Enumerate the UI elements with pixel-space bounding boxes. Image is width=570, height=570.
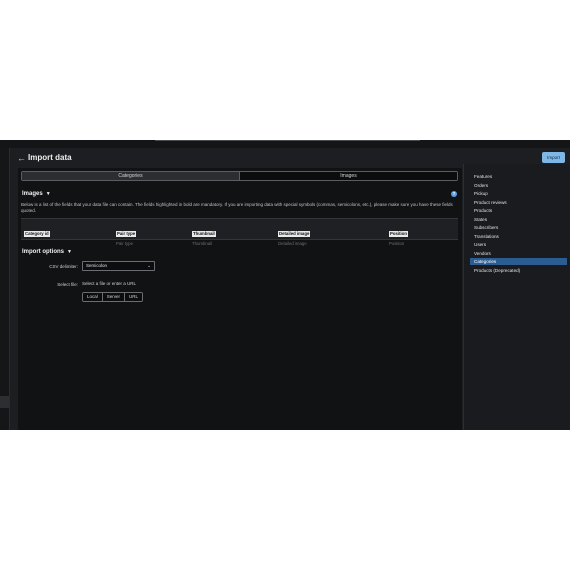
fields-list: Category id Pair type Pair type Thumbnai… — [21, 218, 458, 246]
sidebar-item-product-reviews[interactable]: Product reviews — [470, 199, 567, 206]
file-source-group: Local Server URL — [82, 292, 144, 302]
select-file-label: Select file: — [57, 282, 78, 287]
sidebar-item-products[interactable]: Products — [470, 207, 567, 214]
field-position: Position Position — [389, 222, 408, 246]
caret-down-icon: ▼ — [67, 249, 72, 255]
fields-description: Below is a list of the fields that your … — [21, 202, 453, 213]
page-title: Import data — [28, 153, 72, 162]
import-options-title[interactable]: Import options ▼ — [22, 249, 72, 255]
local-button[interactable]: Local — [83, 293, 102, 301]
sidebar-item-users[interactable]: Users — [470, 241, 567, 248]
sidebar-item-categories[interactable]: Categories — [470, 258, 567, 265]
tab-categories[interactable]: Categories — [22, 172, 239, 180]
field-sample: Position — [389, 240, 405, 246]
app-window: ← Import data Import Categories Images I… — [0, 140, 570, 430]
field-label: Position — [389, 231, 408, 237]
sidebar-item-products-deprecated[interactable]: Products (Deprecated) — [470, 267, 567, 274]
images-title-text: Images — [22, 191, 43, 197]
import-type-sidebar: Features Orders Pickup Product reviews P… — [463, 164, 570, 430]
tab-bar: Categories Images — [21, 171, 458, 181]
field-label: Pair type — [116, 231, 137, 237]
sidebar-item-translations[interactable]: Translations — [470, 233, 567, 240]
main-panel: Categories Images Images ▼ ? Below is a l… — [18, 168, 462, 430]
sidebar-item-pickup[interactable]: Pickup — [470, 190, 567, 197]
arrow-left-icon[interactable]: ← — [17, 153, 26, 163]
select-file-hint: Select a file or enter a URL — [82, 281, 137, 286]
top-strip — [0, 140, 570, 148]
images-section-title[interactable]: Images ▼ — [22, 191, 51, 197]
csv-delimiter-value: Semicolon — [86, 263, 108, 268]
field-category-id: Category id — [24, 222, 50, 240]
sidebar-item-vendors[interactable]: Vendors — [470, 250, 567, 257]
field-thumbnail: Thumbnail Thumbnail — [192, 222, 216, 246]
rail-marker[interactable] — [0, 396, 9, 408]
sidebar-item-states[interactable]: States — [470, 216, 567, 223]
field-sample: Pair type — [116, 240, 133, 246]
field-label: Thumbnail — [192, 231, 216, 237]
tab-images[interactable]: Images — [239, 172, 457, 180]
field-label: Category id — [24, 231, 50, 237]
import-options-title-text: Import options — [22, 249, 64, 255]
field-detailed-image: Detailed image Detailed image — [278, 222, 311, 246]
sidebar-item-features[interactable]: Features — [470, 173, 567, 180]
field-sample: Thumbnail — [192, 240, 213, 246]
csv-delimiter-label: CSV delimiter: — [49, 264, 78, 269]
import-button[interactable]: Import — [542, 152, 565, 163]
top-divider — [155, 140, 420, 141]
sidebar-item-subscribers[interactable]: Subscribers — [470, 224, 567, 231]
field-pair-type: Pair type Pair type — [116, 222, 137, 246]
url-button[interactable]: URL — [124, 293, 143, 301]
field-label: Detailed image — [278, 231, 311, 237]
csv-delimiter-select[interactable]: Semicolon ⌄ — [82, 261, 155, 271]
server-button[interactable]: Server — [101, 293, 125, 301]
left-rail — [0, 148, 10, 430]
caret-down-icon: ▼ — [45, 191, 51, 197]
field-sample: Detailed image — [278, 240, 307, 246]
chevron-down-icon: ⌄ — [147, 263, 151, 268]
question-circle-icon[interactable]: ? — [451, 191, 457, 197]
sidebar-item-orders[interactable]: Orders — [470, 182, 567, 189]
